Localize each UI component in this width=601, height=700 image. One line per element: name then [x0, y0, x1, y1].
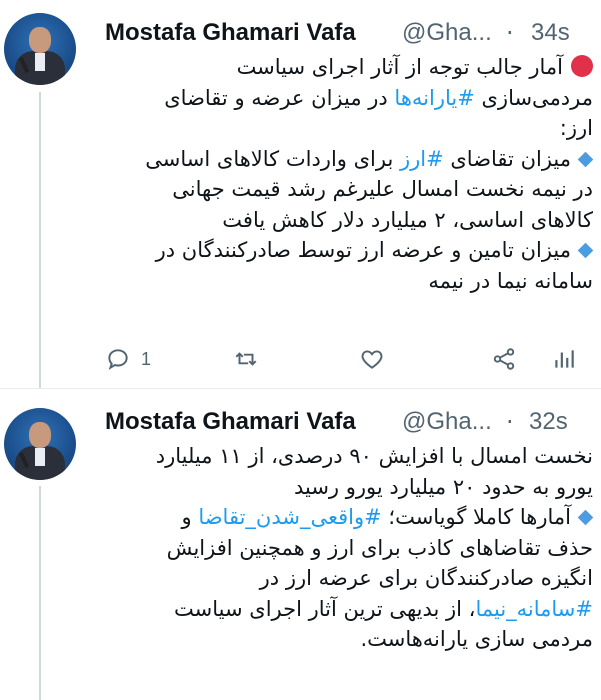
separator-dot: ·: [506, 19, 514, 47]
text-line: مردمی سازی یارانه‌هاست.: [360, 627, 593, 651]
reply-button[interactable]: 1: [105, 342, 151, 376]
hashtag-link[interactable]: #یارانه‌ها: [394, 86, 474, 110]
reply-icon: [108, 349, 128, 370]
text-line: نخست امسال با افزایش ۹۰ درصدی، از ۱۱ میل…: [155, 444, 593, 468]
timestamp[interactable]: 34s: [531, 18, 570, 48]
tweet-2[interactable]: Mostafa Ghamari Vafa @Gha... · 32s نخست …: [0, 388, 601, 700]
text-line: میزان تامین و عرضه ارز توسط صادرکنندگان …: [105, 235, 594, 266]
text-line: کالاهای اساسی، ۲ میلیارد دلار کاهش یافت: [222, 207, 593, 232]
text-line: آمارها کاملا گویاست؛ #واقعی_شدن_تقاضا و: [105, 502, 594, 533]
text-line: یورو به حدود ۲۰ میلیارد یورو رسید: [293, 474, 593, 499]
avatar[interactable]: [4, 13, 76, 85]
text-line: میزان تقاضای #ارز برای واردات کالاهای اس…: [105, 144, 594, 175]
author-name[interactable]: Mostafa Ghamari Vafa: [105, 18, 356, 48]
separator-dot: ·: [506, 408, 514, 436]
author-name[interactable]: Mostafa Ghamari Vafa: [105, 407, 356, 437]
like-icon: [361, 350, 383, 369]
text-line: سامانه نیما در نیمه: [428, 268, 593, 293]
thread-line: [39, 92, 41, 388]
author-handle[interactable]: @Gha...: [402, 18, 492, 48]
share-button[interactable]: [491, 342, 517, 376]
text-line: در نیمه نخست امسال علیرغم رشد قیمت جهانی: [172, 177, 593, 201]
blue-diamond-icon: [577, 509, 594, 526]
red-circle-emoji: [571, 55, 593, 77]
blue-diamond-icon: [577, 242, 594, 259]
avatar[interactable]: [4, 408, 76, 480]
reply-count: 1: [141, 348, 152, 369]
action-bar: 1: [105, 342, 585, 376]
hashtag-link[interactable]: #ارز: [400, 147, 444, 171]
timestamp[interactable]: 32s: [529, 407, 568, 437]
analytics-button[interactable]: [551, 342, 577, 376]
blue-diamond-icon: [577, 151, 594, 167]
text-line: انگیزه صادرکنندگان برای عرضه ارز در: [259, 566, 593, 590]
analytics-icon: [555, 350, 574, 368]
like-button[interactable]: [359, 342, 385, 376]
hashtag-link[interactable]: #سامانه_نیما: [475, 597, 593, 621]
text-line: حذف تقاضاهای کاذب برای ارز و همچنین افزا…: [166, 535, 593, 560]
text-line: آمار جالب توجه از آثار اجرای سیاست: [105, 52, 593, 83]
text-line: #سامانه_نیما، از بدیهی ترین آثار اجرای س…: [174, 596, 593, 621]
author-handle[interactable]: @Gha...: [402, 407, 492, 437]
tweet-text: آمار جالب توجه از آثار اجرای سیاست مردمی…: [105, 52, 594, 296]
retweet-button[interactable]: [233, 342, 259, 376]
tweet-1[interactable]: Mostafa Ghamari Vafa @Gha... · 34s آمار …: [0, 0, 601, 388]
tweet-text: نخست امسال با افزایش ۹۰ درصدی، از ۱۱ میل…: [105, 441, 594, 655]
retweet-icon: [235, 352, 257, 366]
share-icon: [493, 348, 515, 370]
thread-line: [39, 486, 41, 700]
text-line: ارز:: [559, 116, 593, 140]
hashtag-link[interactable]: #واقعی_شدن_تقاضا: [198, 505, 381, 529]
text-line: مردمی‌سازی #یارانه‌ها در میزان عرضه و تق…: [164, 85, 593, 110]
